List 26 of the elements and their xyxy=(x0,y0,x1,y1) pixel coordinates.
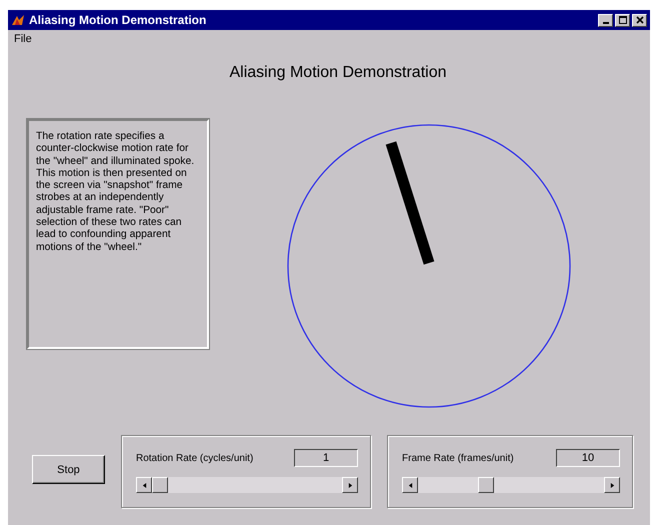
maximize-icon xyxy=(618,15,628,25)
right-triangle-icon xyxy=(610,482,614,488)
heading: Aliasing Motion Demonstration xyxy=(228,64,446,82)
stop-button[interactable]: Stop xyxy=(32,455,105,484)
value-field[interactable]: 10 xyxy=(556,449,620,467)
left-arrow-button[interactable] xyxy=(136,477,152,493)
right-arrow-button[interactable] xyxy=(342,477,358,493)
app-icon xyxy=(11,13,25,27)
slider-label: Frame Rate (frames/unit) xyxy=(402,452,514,464)
window-title: Aliasing Motion Demonstration xyxy=(29,13,208,27)
left-triangle-icon xyxy=(142,482,146,488)
slider-thumb[interactable] xyxy=(478,477,494,493)
close-icon xyxy=(634,15,644,25)
left-triangle-icon xyxy=(408,482,412,488)
slider-label: Rotation Rate (cycles/unit) xyxy=(136,452,254,464)
menu-item[interactable]: File xyxy=(14,32,32,44)
minimize-button[interactable] xyxy=(598,14,613,26)
minimize-icon xyxy=(602,22,608,24)
value-field[interactable]: 1 xyxy=(294,449,358,467)
left-arrow-button[interactable] xyxy=(402,477,418,493)
slider-thumb[interactable] xyxy=(152,477,168,493)
right-triangle-icon xyxy=(348,482,352,488)
close-button[interactable] xyxy=(632,14,647,26)
description-text: The rotation rate specifies a counter-clockwise motion rate for the "wheel" and illuminated spoke. This motion is then presented on the screen via "snapshot" frame strobes at an independently adjustable frame rate. "Poor" selection of these two rates can lead to confounding apparent motions of the "wheel." xyxy=(36,131,196,254)
right-arrow-button[interactable] xyxy=(604,477,620,493)
maximize-button[interactable] xyxy=(615,14,630,26)
